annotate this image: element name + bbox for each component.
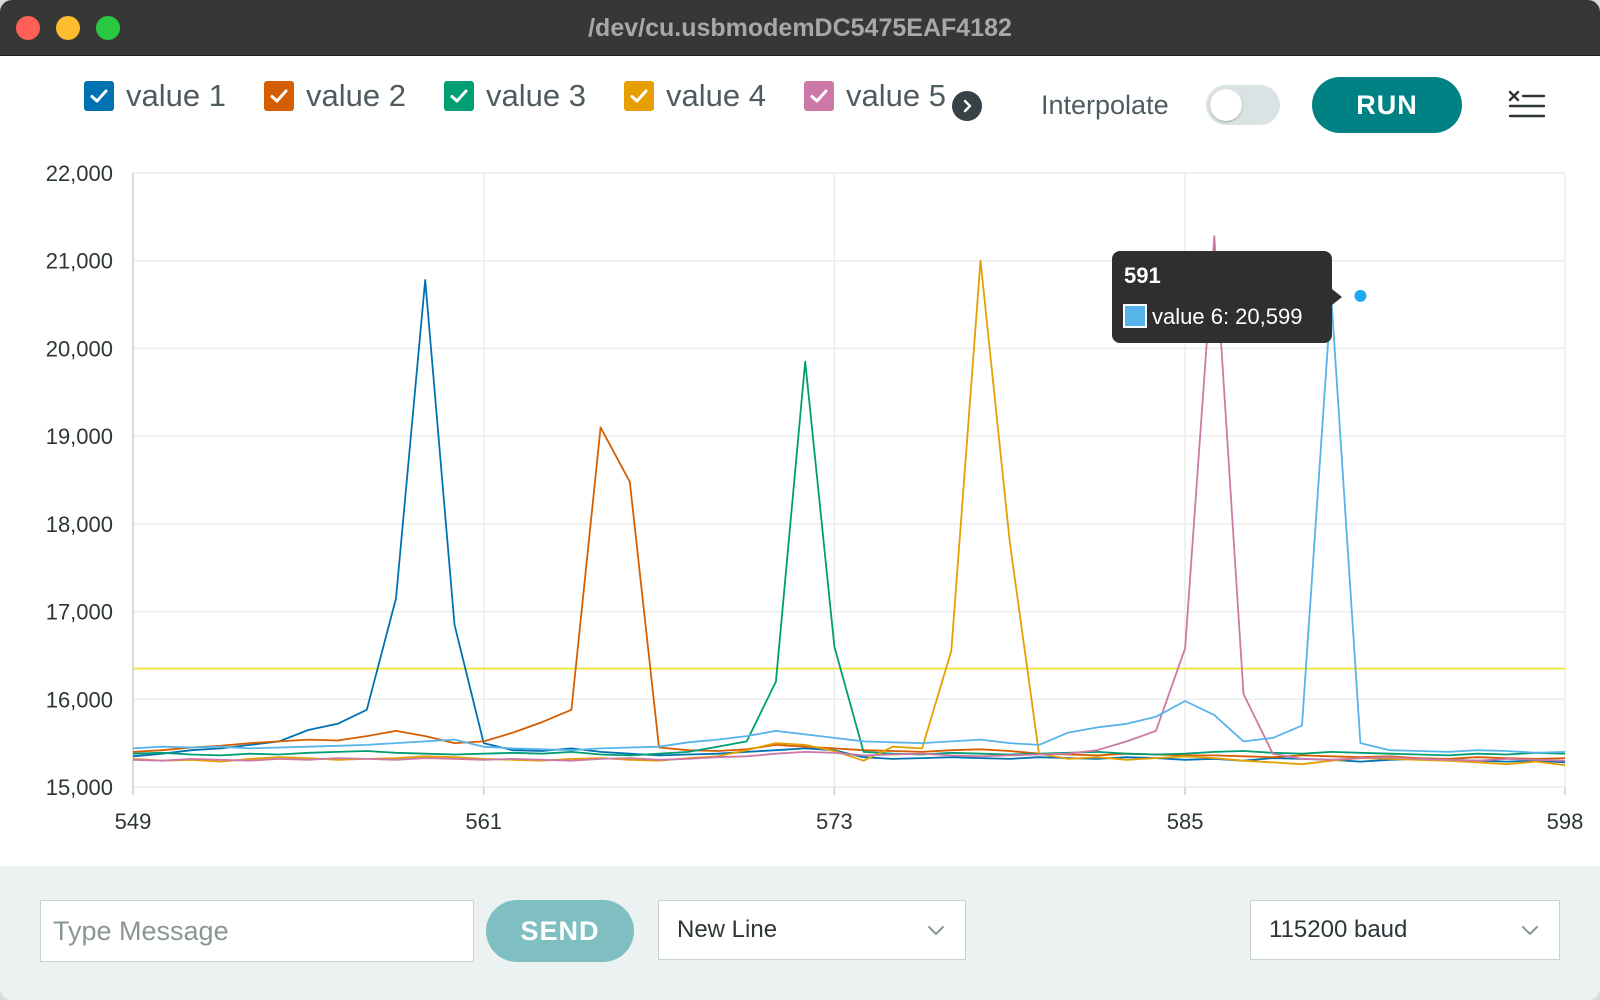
tooltip-pointer bbox=[1332, 289, 1342, 305]
legend-scroll-right-button[interactable] bbox=[952, 91, 982, 121]
baud-rate-value: 115200 baud bbox=[1269, 916, 1408, 943]
legend-item-value-1[interactable]: value 1 bbox=[84, 76, 226, 116]
checkmark-icon bbox=[450, 89, 468, 103]
message-input[interactable] bbox=[40, 900, 474, 962]
series-line-value-1 bbox=[132, 279, 1566, 764]
checkmark-icon bbox=[270, 89, 288, 103]
series-line-value-4 bbox=[132, 259, 1566, 766]
x-tick-label: 573 bbox=[816, 809, 853, 834]
x-tick-label: 585 bbox=[1167, 809, 1204, 834]
plotter-toolbar: value 1 value 2 value 3 value 4 value 5 Inte… bbox=[0, 56, 1600, 136]
baud-rate-select[interactable]: 115200 baud bbox=[1250, 900, 1560, 960]
legend-item-value-4[interactable]: value 4 bbox=[624, 76, 766, 116]
legend-label: value 2 bbox=[306, 78, 406, 113]
x-tick-label: 549 bbox=[115, 809, 152, 834]
clear-icon[interactable] bbox=[1506, 86, 1546, 126]
run-button[interactable]: RUN bbox=[1312, 77, 1462, 133]
tooltip-value-text: value 6: 20,599 bbox=[1152, 304, 1302, 329]
send-button[interactable]: SEND bbox=[486, 900, 634, 962]
x-tick-label: 561 bbox=[465, 809, 502, 834]
legend-item-value-2[interactable]: value 2 bbox=[264, 76, 406, 116]
y-tick-label: 21,000 bbox=[46, 249, 113, 274]
legend-label: value 4 bbox=[666, 78, 766, 113]
line-ending-select[interactable]: New Line bbox=[658, 900, 966, 960]
checkmark-icon bbox=[630, 89, 648, 103]
line-chart[interactable]: 15,000 16,000 17,000 18,000 19,000 20,000 21,0… bbox=[0, 136, 1600, 866]
chevron-down-icon bbox=[1522, 926, 1538, 936]
series-line-value-3 bbox=[132, 360, 1566, 757]
y-tick-label: 19,000 bbox=[46, 424, 113, 449]
serial-input-bar: SEND New Line 115200 baud bbox=[0, 866, 1600, 1000]
chevron-down-icon bbox=[928, 926, 944, 936]
x-tick-label: 598 bbox=[1547, 809, 1584, 834]
legend-label: value 1 bbox=[126, 78, 226, 113]
y-tick-label: 20,000 bbox=[46, 336, 113, 361]
chevron-right-icon bbox=[963, 99, 972, 113]
legend-checkbox[interactable] bbox=[624, 81, 654, 111]
tooltip-x-label: 591 bbox=[1124, 263, 1161, 288]
title-bar: /dev/cu.usbmodemDC5475EAF4182 bbox=[0, 0, 1600, 56]
interpolate-toggle[interactable] bbox=[1206, 85, 1280, 125]
legend-checkbox[interactable] bbox=[264, 81, 294, 111]
series-line-value-5 bbox=[132, 235, 1566, 762]
y-tick-label: 17,000 bbox=[46, 600, 113, 625]
y-tick-label: 22,000 bbox=[46, 161, 113, 186]
line-ending-value: New Line bbox=[677, 916, 778, 943]
legend-item-value-3[interactable]: value 3 bbox=[444, 76, 586, 116]
y-tick-label: 18,000 bbox=[46, 512, 113, 537]
tooltip: 591 value 6: 20,599 bbox=[1112, 251, 1342, 343]
checkmark-icon bbox=[90, 89, 108, 103]
legend-checkbox[interactable] bbox=[84, 81, 114, 111]
interpolate-label: Interpolate bbox=[1041, 90, 1169, 120]
legend-label: value 5 bbox=[846, 78, 946, 113]
y-tick-label: 15,000 bbox=[46, 775, 113, 800]
legend: value 1 value 2 value 3 value 4 value 5 bbox=[0, 56, 955, 136]
y-tick-label: 16,000 bbox=[46, 687, 113, 712]
legend-label: value 3 bbox=[486, 78, 586, 113]
window-title: /dev/cu.usbmodemDC5475EAF4182 bbox=[588, 14, 1012, 42]
plot-area[interactable]: 15,000 16,000 17,000 18,000 19,000 20,000 21,0… bbox=[0, 136, 1600, 866]
toggle-knob bbox=[1210, 89, 1242, 121]
legend-checkbox[interactable] bbox=[804, 81, 834, 111]
serial-plotter-window: /dev/cu.usbmodemDC5475EAF4182 value 1 val… bbox=[0, 0, 1600, 1000]
legend-checkbox[interactable] bbox=[444, 81, 474, 111]
tooltip-swatch bbox=[1123, 304, 1147, 328]
legend-item-value-5[interactable]: value 5 bbox=[804, 76, 946, 116]
checkmark-icon bbox=[810, 89, 828, 103]
highlight-point bbox=[1354, 289, 1367, 302]
